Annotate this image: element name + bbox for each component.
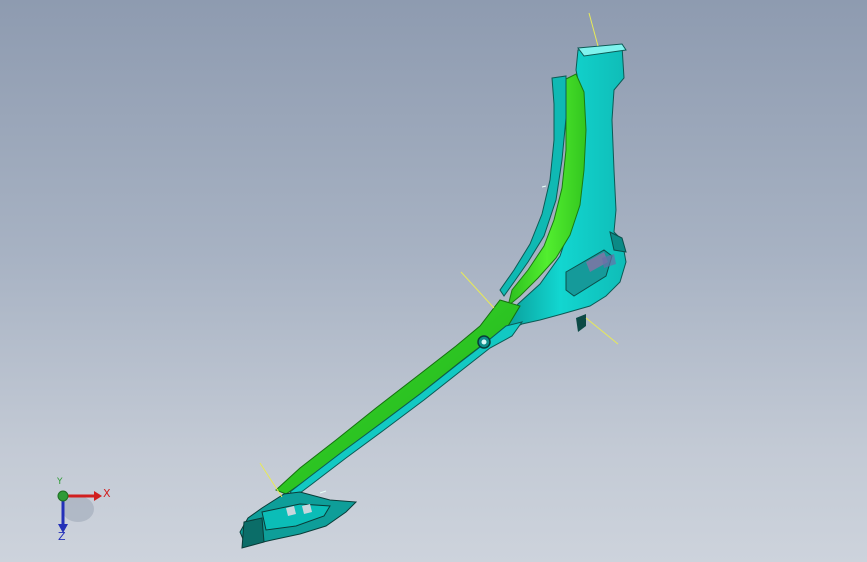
coordinate-triad [57,490,102,533]
leader-line-right [585,317,619,345]
triad-z-label: Z [58,530,66,543]
leader-line-bottom [259,462,283,498]
part-model[interactable] [0,0,867,562]
leader-line-top [588,12,599,47]
triad-y-axis [57,490,69,502]
triad-y-label: Y [57,477,63,487]
triad-x-label: X [103,487,111,500]
diagonal-strip-green [275,299,521,495]
graphics-viewport[interactable]: X Y Z [0,0,867,562]
triad-x-arrow [94,491,102,501]
leader-line-mid [460,271,495,309]
diagonal-strip-cyan [289,321,524,497]
